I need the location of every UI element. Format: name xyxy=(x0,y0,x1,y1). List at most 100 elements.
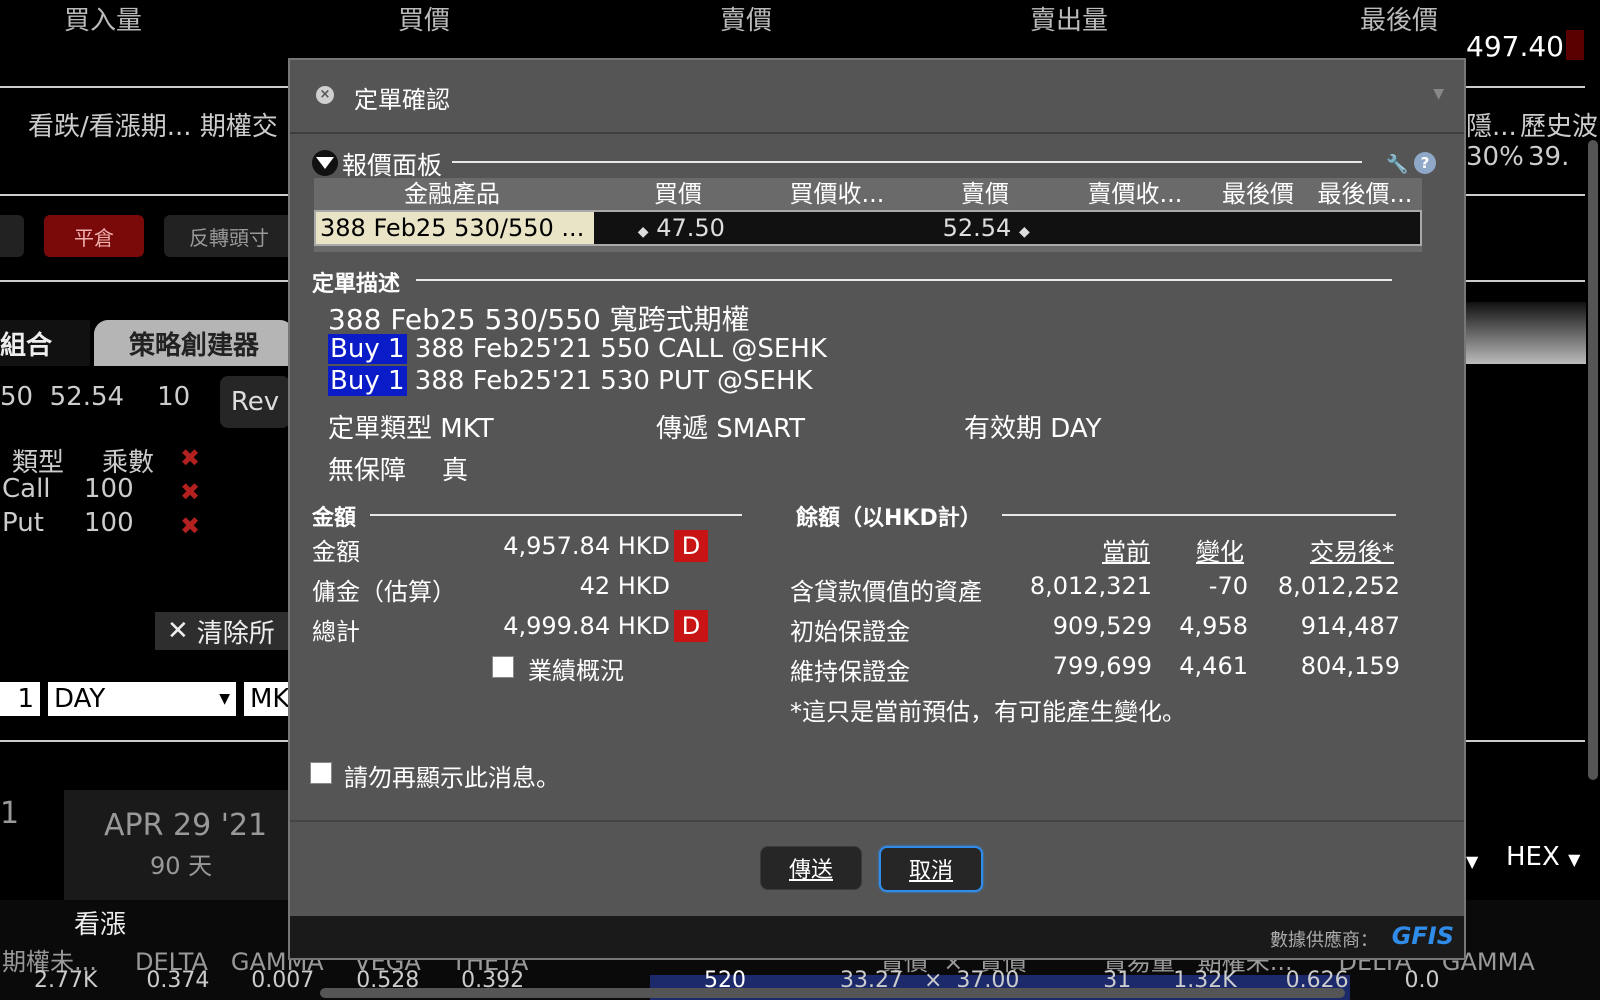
quote-table-footer xyxy=(314,246,1422,252)
order-desc-label: 定單描述 xyxy=(312,272,401,297)
buy-badge: Buy 1 xyxy=(328,334,407,364)
balance-note: *這只是當前預估，有可能產生變化。 xyxy=(790,698,1186,726)
order-leg: Buy 1 388 Feb25'21 550 CALL @SEHK xyxy=(328,334,827,364)
section-line xyxy=(1002,514,1396,516)
ask-value: 52.54 xyxy=(942,214,1012,242)
hex-label: HEX xyxy=(1506,842,1560,872)
table-row[interactable]: 388 Feb25 530/550 ... ◆ 47.50 52.54 ◆ xyxy=(314,210,1422,246)
chevron-down-icon[interactable]: ▼ xyxy=(1433,86,1444,102)
ask-cell: 52.54 ◆ xyxy=(910,212,1063,244)
balance-after: 804,159 xyxy=(1300,652,1400,680)
balance-current: 909,529 xyxy=(1052,612,1152,640)
implied-vol-label: 隱... xyxy=(1466,112,1517,142)
dialog-title: 定單確認 xyxy=(354,86,450,114)
remove-icon[interactable]: ✖ xyxy=(180,444,200,472)
col-bid-size: 買入量 xyxy=(64,6,143,36)
close-position-button[interactable]: 平倉 xyxy=(44,215,144,257)
chevron-down-icon: ▼ xyxy=(219,691,230,707)
dropdown-1[interactable]: ▼ xyxy=(1466,844,1478,874)
gfis-logo: GFIS xyxy=(1391,922,1454,950)
dialog-titlebar: × 定單確認 ▼ xyxy=(290,60,1464,134)
balance-row-label: 初始保證金 xyxy=(790,618,910,646)
chevron-down-icon: ▼ xyxy=(1568,850,1581,869)
dont-show-checkbox[interactable] xyxy=(310,762,332,784)
hex-dropdown[interactable]: HEX ▼ xyxy=(1506,842,1580,872)
help-icon[interactable]: ? xyxy=(1414,152,1436,174)
leg-summary: 50 52.54 10 xyxy=(0,382,191,412)
remove-icon[interactable]: ✖ xyxy=(180,512,200,540)
calls-label: 看漲 xyxy=(74,910,127,940)
band xyxy=(1466,302,1586,364)
bid-cell: ◆ 47.50 xyxy=(594,212,769,244)
routing: 傳遞 SMART xyxy=(656,414,806,444)
amount-label: 金額 xyxy=(312,538,360,566)
order-type-select[interactable]: MK xyxy=(244,682,290,716)
expiry-prev: 1 xyxy=(0,796,20,831)
expiry-date: APR 29 '21 xyxy=(104,808,268,843)
clear-all-button[interactable]: ✕ 清除所 xyxy=(155,612,290,650)
cancel-button[interactable]: 取消 xyxy=(879,846,983,892)
unguaranteed-value: 真 xyxy=(442,456,469,486)
order-type: 定單類型 MKT xyxy=(328,414,494,444)
balance-section-label: 餘額（以HKD計） xyxy=(796,506,982,531)
triangle-down-icon xyxy=(316,157,334,169)
performance-checkbox[interactable] xyxy=(492,656,514,678)
dialog-footer: 數據供應商： GFIS xyxy=(290,916,1464,958)
option-chain-row: 看跌/看漲期... 期權交 xyxy=(28,112,278,142)
balance-after: 8,012,252 xyxy=(1277,572,1400,600)
close-icon[interactable]: × xyxy=(316,86,334,104)
instrument-cell: 388 Feb25 530/550 ... xyxy=(316,212,594,244)
balance-change: 4,461 xyxy=(1179,652,1248,680)
tif-select[interactable]: DAY ▼ xyxy=(48,682,236,716)
balance-change: 4,958 xyxy=(1179,612,1248,640)
remove-icon[interactable]: ✖ xyxy=(180,478,200,506)
leg-type: Call xyxy=(2,474,51,504)
hist-vol-label: 歷史波 xyxy=(1520,112,1599,142)
col-current: 當前 xyxy=(1102,538,1150,566)
empty-cells xyxy=(1063,212,1420,244)
time-in-force: 有效期 DAY xyxy=(964,414,1102,444)
col-bid: 買價 xyxy=(654,180,702,208)
leg-mult: 100 xyxy=(84,474,134,504)
col-ask: 賣價 xyxy=(720,6,773,36)
price-bar xyxy=(1566,30,1584,60)
vertical-scrollbar[interactable] xyxy=(1588,140,1598,780)
horizontal-scrollbar[interactable] xyxy=(320,988,1345,998)
balance-change: -70 xyxy=(1208,572,1248,600)
wrench-icon[interactable]: 🔧 xyxy=(1386,154,1408,175)
tab-strategy-builder[interactable]: 策略創建器 xyxy=(94,320,294,366)
section-line xyxy=(416,279,1392,281)
leg-type: Put xyxy=(2,508,44,538)
close-icon: ✕ xyxy=(167,616,189,646)
quantity-input[interactable]: 1 xyxy=(0,682,40,716)
send-button[interactable]: 傳送 xyxy=(760,846,862,890)
dont-show-label: 請勿再顯示此消息。 xyxy=(344,764,560,792)
clear-label: 清除所 xyxy=(196,618,275,649)
commission-label: 傭金（估算） xyxy=(312,578,456,606)
expiry-card[interactable] xyxy=(64,790,294,900)
col-bid-close: 買價收... xyxy=(789,180,885,208)
col-after: 交易後* xyxy=(1310,538,1394,566)
quote-panel-label: 報價面板 xyxy=(342,151,443,180)
bid-value: 47.50 xyxy=(656,214,725,242)
rev-button[interactable]: Rev xyxy=(220,376,290,428)
debit-badge: D xyxy=(674,530,708,562)
expiry-days: 90 天 xyxy=(150,852,213,880)
reverse-position-button[interactable]: 反轉頭寸 xyxy=(164,215,294,257)
section-line xyxy=(370,514,742,516)
diamond-icon: ◆ xyxy=(637,224,649,240)
col-last: 最後價 xyxy=(1222,180,1294,208)
toolbar-button[interactable] xyxy=(0,215,24,257)
order-confirmation-dialog: × 定單確認 ▼ 報價面板 🔧 ? 金融產品 買價 買價收... 賣價 賣價收.… xyxy=(288,58,1466,960)
strategy-title: 388 Feb25 530/550 寬跨式期權 xyxy=(328,303,750,336)
last-price: 497.40 xyxy=(1466,30,1564,63)
amount-section-label: 金額 xyxy=(312,506,357,531)
tab-combo[interactable]: 組合 xyxy=(0,320,90,366)
diamond-icon: ◆ xyxy=(1018,224,1030,240)
performance-label: 業績概況 xyxy=(528,657,624,685)
buy-badge: Buy 1 xyxy=(328,366,407,396)
leg-text: 388 Feb25'21 530 PUT @SEHK xyxy=(414,366,813,396)
data-provider-label: 數據供應商： xyxy=(1270,930,1378,951)
col-last: 最後價 xyxy=(1360,6,1439,36)
section-line xyxy=(452,161,1362,163)
